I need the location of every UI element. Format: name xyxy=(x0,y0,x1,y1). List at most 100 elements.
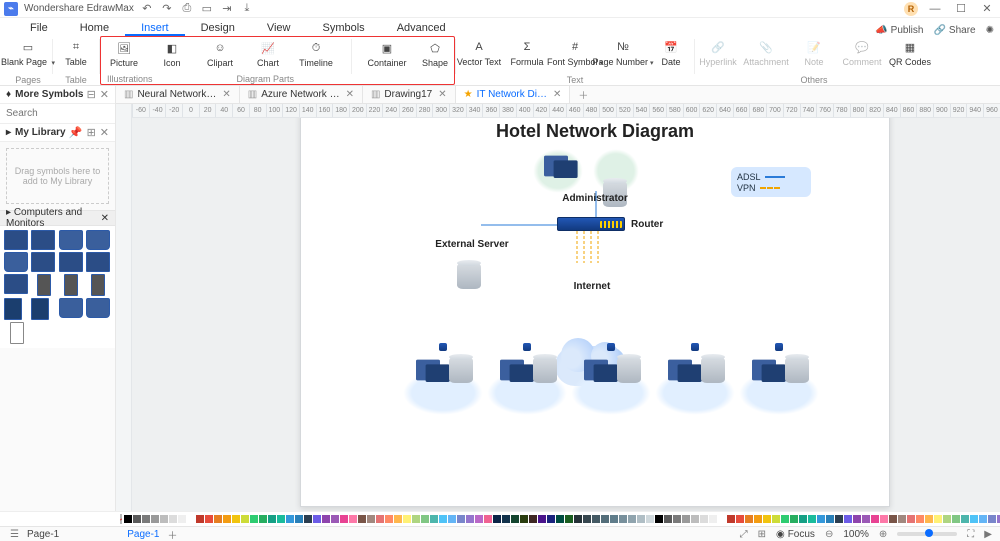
shape-laptop[interactable] xyxy=(59,230,83,250)
fit-page-icon[interactable]: ⤢ xyxy=(740,529,748,540)
formula-button[interactable]: ΣFormula xyxy=(510,38,544,67)
menu-symbols[interactable]: Symbols xyxy=(307,20,381,36)
color-swatch[interactable] xyxy=(457,515,465,523)
doc-tab[interactable]: ▥Drawing17✕ xyxy=(363,86,456,103)
qat-open-icon[interactable]: ▭ xyxy=(200,2,214,16)
hotel-server-1[interactable]: Hotel Server xyxy=(401,343,485,402)
color-swatch[interactable] xyxy=(556,515,564,523)
admin-pc[interactable] xyxy=(544,156,568,177)
color-swatch[interactable] xyxy=(736,515,744,523)
color-swatch[interactable] xyxy=(295,515,303,523)
font-symbol-button[interactable]: #Font Symbol xyxy=(558,38,592,68)
color-swatch[interactable] xyxy=(934,515,942,523)
color-swatch[interactable] xyxy=(889,515,897,523)
color-swatch[interactable] xyxy=(952,515,960,523)
router[interactable] xyxy=(557,217,625,231)
grid-icon[interactable]: ⊞ xyxy=(758,529,766,540)
color-swatch[interactable] xyxy=(871,515,879,523)
color-swatch[interactable] xyxy=(790,515,798,523)
color-swatch[interactable] xyxy=(745,515,753,523)
hotel-server-5[interactable]: Hotel Server xyxy=(737,343,821,402)
shape-tower[interactable] xyxy=(91,274,105,296)
color-swatch[interactable] xyxy=(988,515,996,523)
color-swatch[interactable] xyxy=(817,515,825,523)
date-button[interactable]: 📅Date xyxy=(654,38,688,67)
color-swatch[interactable] xyxy=(538,515,546,523)
color-swatch[interactable] xyxy=(691,515,699,523)
my-library-header[interactable]: ▸ My Library 📌⊞✕ xyxy=(0,124,115,142)
color-swatch[interactable] xyxy=(925,515,933,523)
color-swatch[interactable] xyxy=(430,515,438,523)
color-swatch[interactable] xyxy=(196,515,204,523)
color-swatch[interactable] xyxy=(394,515,402,523)
zoom-slider[interactable] xyxy=(897,532,957,536)
close-icon[interactable]: ✕ xyxy=(222,89,230,100)
color-swatch[interactable] xyxy=(124,515,132,523)
color-swatch[interactable] xyxy=(421,515,429,523)
clipart-button[interactable]: ☺Clipart xyxy=(203,39,237,68)
color-swatch[interactable] xyxy=(214,515,222,523)
color-swatch[interactable] xyxy=(835,515,843,523)
page-number-button[interactable]: №Page Number xyxy=(606,38,640,68)
shape-laptop[interactable] xyxy=(59,298,83,318)
shape-tablet[interactable] xyxy=(4,298,22,320)
qat-print-icon[interactable]: ⎙ xyxy=(180,2,194,16)
maximize-button[interactable]: ☐ xyxy=(952,1,970,17)
vector-text-button[interactable]: AVector Text xyxy=(462,38,496,67)
color-swatch[interactable] xyxy=(673,515,681,523)
color-swatch[interactable] xyxy=(133,515,141,523)
shape-laptop[interactable] xyxy=(86,230,110,250)
table-button[interactable]: ⌗ Table xyxy=(59,38,93,67)
color-swatch[interactable] xyxy=(466,515,474,523)
color-swatch[interactable] xyxy=(502,515,510,523)
close-icon[interactable]: ✕ xyxy=(346,89,354,100)
qr-codes-button[interactable]: ▦QR Codes xyxy=(893,38,927,67)
color-swatch[interactable] xyxy=(979,515,987,523)
menu-design[interactable]: Design xyxy=(185,20,251,36)
color-swatch[interactable] xyxy=(331,515,339,523)
color-swatch[interactable] xyxy=(529,515,537,523)
pin-icon[interactable]: 📌 xyxy=(69,126,83,139)
add-icon[interactable]: ⊞ xyxy=(87,126,96,139)
color-swatch[interactable] xyxy=(475,515,483,523)
color-swatch[interactable] xyxy=(439,515,447,523)
color-swatch[interactable] xyxy=(241,515,249,523)
color-swatch[interactable] xyxy=(304,515,312,523)
color-swatch[interactable] xyxy=(565,515,573,523)
color-swatch[interactable] xyxy=(322,515,330,523)
color-swatch[interactable] xyxy=(709,515,717,523)
color-swatch[interactable] xyxy=(250,515,258,523)
shape-monitor[interactable] xyxy=(31,230,55,250)
presentation-icon[interactable]: ▶ xyxy=(984,529,992,540)
new-tab-button[interactable]: ＋ xyxy=(570,86,596,103)
color-swatch[interactable] xyxy=(700,515,708,523)
container-button[interactable]: ▣Container xyxy=(370,39,404,68)
shape-monitor[interactable] xyxy=(86,252,110,272)
color-swatch[interactable] xyxy=(574,515,582,523)
qat-import-icon[interactable]: ⇥ xyxy=(220,2,234,16)
blank-page-button[interactable]: ▭ Blank Page xyxy=(10,38,46,68)
shape-button[interactable]: ⬠Shape xyxy=(418,39,452,68)
color-swatch[interactable] xyxy=(907,515,915,523)
shape-tower[interactable] xyxy=(64,274,78,296)
color-swatch[interactable] xyxy=(286,515,294,523)
color-swatch[interactable] xyxy=(781,515,789,523)
timeline-button[interactable]: ⏱Timeline xyxy=(299,39,333,68)
color-swatch[interactable] xyxy=(376,515,384,523)
color-swatch[interactable] xyxy=(637,515,645,523)
menu-insert[interactable]: Insert xyxy=(125,20,185,36)
layers-icon[interactable]: ☰ xyxy=(10,529,19,540)
color-swatch[interactable] xyxy=(367,515,375,523)
hotel-server-4[interactable]: Hotel Server xyxy=(653,343,737,402)
zoom-out-icon[interactable]: ⊖ xyxy=(825,529,833,540)
no-fill-swatch[interactable] xyxy=(120,514,122,524)
color-swatch[interactable] xyxy=(853,515,861,523)
color-swatch[interactable] xyxy=(601,515,609,523)
color-swatch[interactable] xyxy=(610,515,618,523)
color-swatch[interactable] xyxy=(916,515,924,523)
publish-button[interactable]: 📣Publish xyxy=(875,25,923,36)
color-swatch[interactable] xyxy=(511,515,519,523)
color-swatch[interactable] xyxy=(169,515,177,523)
color-swatch[interactable] xyxy=(808,515,816,523)
color-swatch[interactable] xyxy=(232,515,240,523)
